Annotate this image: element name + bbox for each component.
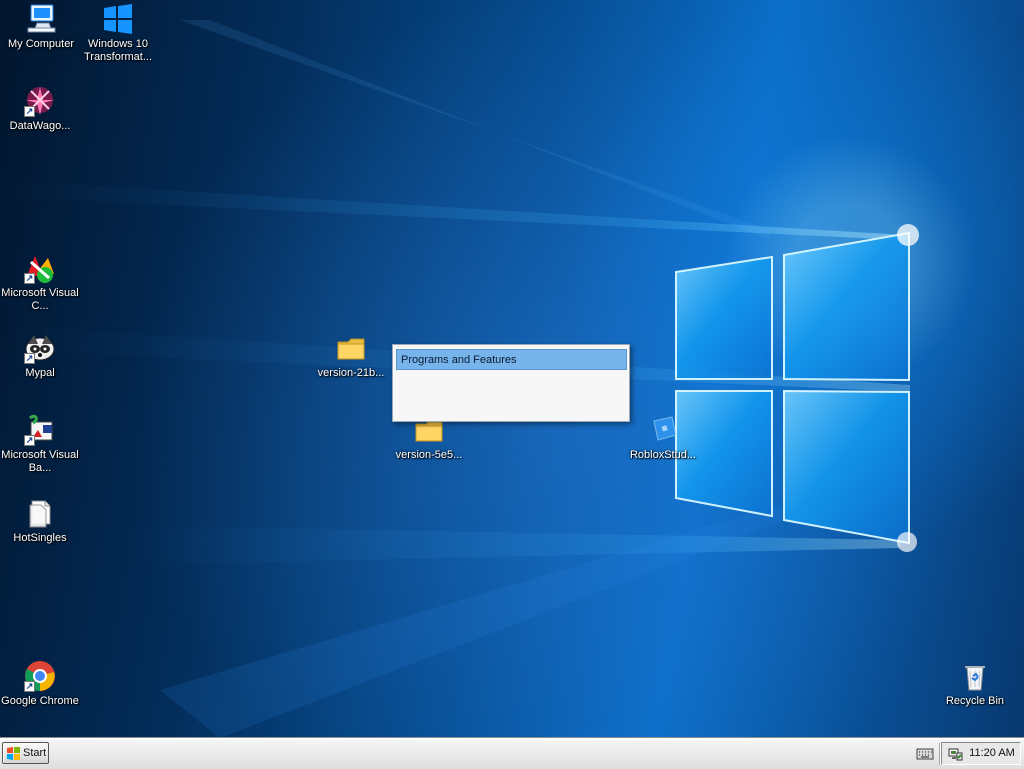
roblox-studio-icon[interactable]: RobloxStud...: [622, 413, 704, 487]
tray-separator: [939, 743, 940, 765]
keyboard-icon[interactable]: [916, 747, 934, 761]
windows-logo-icon: [101, 2, 135, 36]
hotsingles-icon[interactable]: HotSingles: [0, 496, 81, 570]
microsoft-visual-basic-icon[interactable]: ↗ Microsoft Visual Ba...: [0, 413, 81, 487]
my-computer-icon[interactable]: My Computer: [0, 2, 82, 76]
shortcut-arrow-icon: ↗: [24, 106, 35, 117]
recycle-bin-icon[interactable]: Recycle Bin: [934, 659, 1016, 733]
start-label: Start: [23, 747, 47, 759]
desktop-icon-label: Google Chrome: [1, 695, 79, 707]
roblox-studio-icon: [646, 413, 680, 447]
desktop-icon-label: RobloxStud...: [629, 449, 697, 461]
desktop-icon-label: HotSingles: [13, 532, 67, 544]
desktop[interactable]: My Computer Windows 10 Transformat... ↗ …: [0, 0, 1024, 738]
desktop-icon-label: Recycle Bin: [945, 695, 1005, 707]
clock[interactable]: 11:20 AM: [966, 743, 1018, 764]
google-chrome-icon[interactable]: ↗ Google Chrome: [0, 659, 81, 733]
raccoon-icon: ↗: [23, 331, 57, 365]
visual-c-icon: ↗: [23, 251, 57, 285]
version-21b-folder[interactable]: version-21b...: [310, 331, 392, 405]
desktop-icon-label: Microsoft Visual Ba...: [1, 449, 79, 474]
windows-flag-icon: [7, 747, 20, 760]
datawago-icon[interactable]: ↗ DataWago...: [0, 84, 81, 158]
folder-icon: [334, 331, 368, 365]
context-menu: Programs and Features: [392, 344, 630, 422]
desktop-icon-label: version-21b...: [317, 367, 385, 379]
microsoft-visual-c-icon[interactable]: ↗ Microsoft Visual C...: [0, 251, 81, 325]
shortcut-arrow-icon: ↗: [24, 273, 35, 284]
windows-10-transformation-icon[interactable]: Windows 10 Transformat...: [77, 2, 159, 76]
shortcut-arrow-icon: ↗: [24, 435, 35, 446]
taskbar: Start 11:20 AM: [0, 738, 1024, 769]
network-icon[interactable]: [947, 747, 963, 762]
desktop-icon-label: DataWago...: [9, 120, 71, 132]
shortcut-arrow-icon: ↗: [24, 681, 35, 692]
desktop-icon-label: Mypal: [25, 367, 55, 379]
mypal-icon[interactable]: ↗ Mypal: [0, 331, 81, 405]
document-icon: [23, 496, 57, 530]
chrome-icon: ↗: [23, 659, 57, 693]
desktop-icon-label: Windows 10 Transformat...: [83, 38, 153, 63]
desktop-icon-label: My Computer: [7, 38, 75, 50]
desktop-icon-label: version-5e5...: [395, 449, 463, 461]
start-button[interactable]: Start: [2, 742, 49, 764]
recycle-bin-icon: [958, 659, 992, 693]
shortcut-arrow-icon: ↗: [24, 353, 35, 364]
version-5e5-folder[interactable]: version-5e5...: [388, 413, 470, 487]
visual-basic-icon: ↗: [23, 413, 57, 447]
computer-icon: [24, 2, 58, 36]
system-tray: 11:20 AM: [941, 742, 1021, 765]
desktop-icon-label: Microsoft Visual C...: [1, 287, 79, 312]
flower-icon: ↗: [23, 84, 57, 118]
programs-and-features-menu-item[interactable]: Programs and Features: [396, 349, 627, 370]
